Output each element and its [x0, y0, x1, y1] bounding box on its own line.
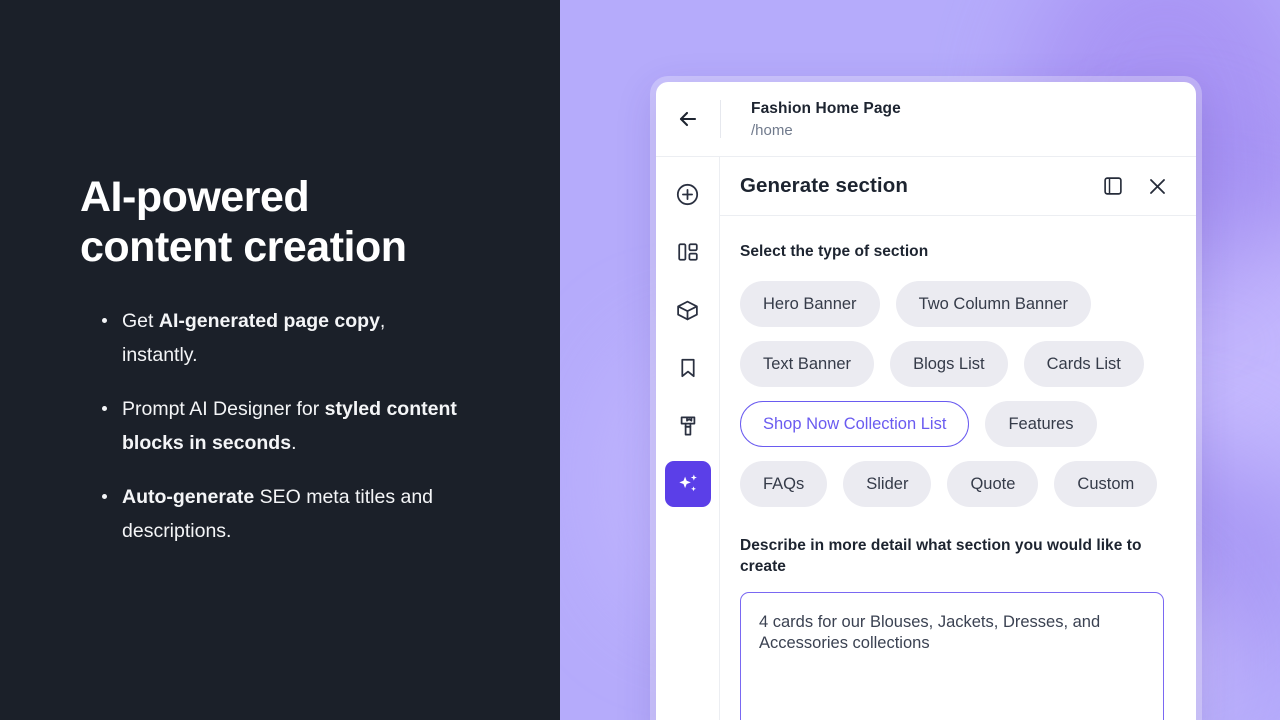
section-type-chip-group: Hero Banner Two Column Banner Text Banne…: [740, 281, 1176, 508]
headline-line-2: content creation: [80, 223, 407, 272]
chip-faqs[interactable]: FAQs: [740, 461, 828, 508]
chip-quote[interactable]: Quote: [947, 461, 1039, 508]
box-icon: [675, 298, 700, 323]
bullet-text-bold: Auto-generate: [122, 485, 255, 508]
bullet-text-pre: Prompt AI Designer for: [122, 397, 325, 420]
chip-two-column-banner[interactable]: Two Column Banner: [895, 281, 1092, 328]
arrow-left-icon: [676, 107, 700, 131]
list-item: Auto-generate SEO meta titles and descri…: [100, 481, 460, 549]
describe-input[interactable]: 4 cards for our Blouses, Jackets, Dresse…: [740, 592, 1164, 720]
screenshot-root: AI-powered content creation Get AI-gener…: [0, 0, 1280, 720]
section-type-label: Select the type of section: [740, 243, 929, 261]
feature-bullet-list: Get AI-generated page copy, instantly. P…: [100, 305, 460, 569]
headline-line-1: AI-powered: [80, 173, 310, 221]
sidebar-item-components[interactable]: [665, 287, 711, 333]
app-body: Generate section Select the type of sect…: [656, 157, 1196, 720]
chip-features[interactable]: Features: [985, 401, 1097, 448]
describe-label: Describe in more detail what section you…: [740, 537, 1142, 576]
bullet-text-post: .: [291, 431, 297, 454]
plus-circle-icon: [675, 182, 700, 207]
close-icon: [1146, 175, 1169, 198]
bullet-text-bold: AI-generated page copy: [158, 310, 380, 332]
page-name-label: Fashion Home Page: [751, 99, 901, 117]
marketing-panel: AI-powered content creation Get AI-gener…: [0, 0, 560, 720]
app-header: Fashion Home Page /home: [656, 82, 1196, 157]
sidebar-item-layout[interactable]: [665, 229, 711, 275]
list-item: Get AI-generated page copy, instantly.: [100, 305, 460, 373]
app-window-card: Fashion Home Page /home Generate section…: [656, 82, 1196, 720]
chip-blogs-list[interactable]: Blogs List: [890, 341, 1008, 388]
sidebar-item-add[interactable]: [665, 171, 711, 217]
bookmark-icon: [676, 356, 700, 380]
icon-rail: [656, 157, 720, 720]
panel-title: Generate section: [740, 174, 908, 198]
page-path-label: /home: [751, 121, 793, 139]
chip-shop-now-collection-list[interactable]: Shop Now Collection List: [740, 401, 970, 448]
breadcrumb: Fashion Home Page /home: [721, 100, 901, 139]
bullet-text-pre: Get: [122, 310, 159, 332]
chip-cards-list[interactable]: Cards List: [1023, 341, 1144, 388]
panel-header: Generate section: [720, 157, 1196, 217]
page-title: AI-powered content creation: [80, 172, 500, 273]
toggle-side-panel-button[interactable]: [1098, 171, 1128, 201]
chip-hero-banner[interactable]: Hero Banner: [740, 281, 880, 328]
sidebar-item-theme[interactable]: [665, 403, 711, 449]
layout-grid-icon: [676, 240, 700, 264]
back-button[interactable]: [656, 82, 720, 157]
sidebar-item-saved[interactable]: [665, 345, 711, 391]
chip-text-banner[interactable]: Text Banner: [740, 341, 875, 388]
generate-section-panel: Generate section Select the type of sect…: [720, 157, 1196, 720]
sidebar-item-ai-designer[interactable]: [664, 461, 711, 507]
panel-content: Select the type of section Hero Banner T…: [720, 216, 1196, 720]
chip-slider[interactable]: Slider: [843, 461, 932, 508]
chip-custom[interactable]: Custom: [1054, 461, 1158, 508]
sparkles-icon: [675, 471, 701, 497]
paint-brush-icon: [676, 414, 700, 438]
list-item: Prompt AI Designer for styled content bl…: [100, 393, 460, 461]
side-panel-icon: [1102, 175, 1124, 197]
close-panel-button[interactable]: [1142, 171, 1172, 201]
